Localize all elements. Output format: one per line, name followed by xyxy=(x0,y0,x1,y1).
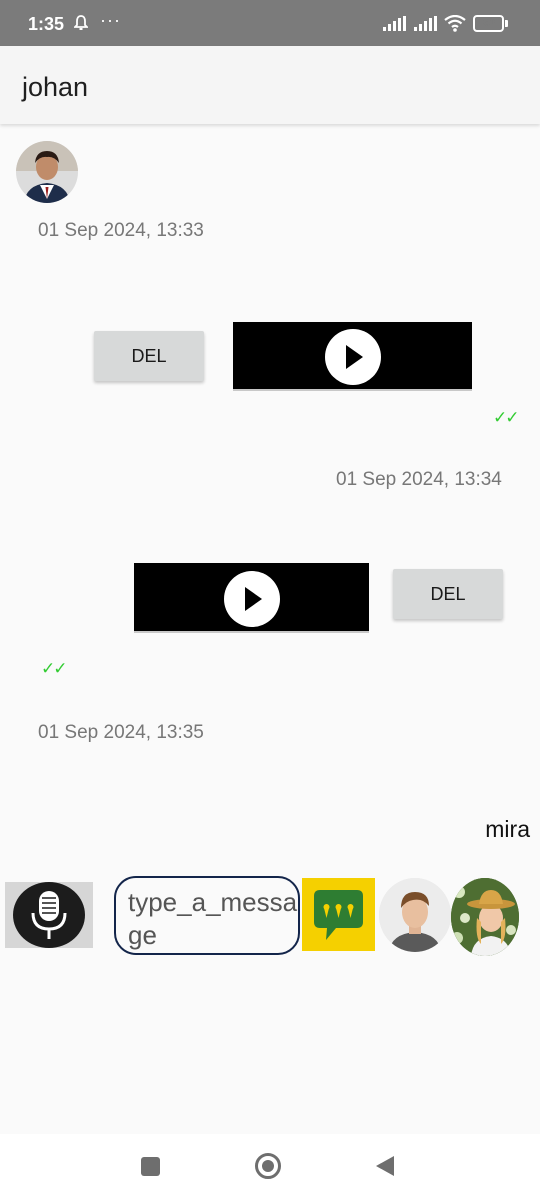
record-audio-button[interactable] xyxy=(5,882,93,948)
delete-message-button[interactable]: DEL xyxy=(94,331,204,381)
microphone-icon xyxy=(13,882,85,948)
status-bar: 1:35 ··· 39 xyxy=(0,0,540,46)
battery-percent: 39 xyxy=(482,17,495,29)
message-input-text[interactable]: type_a_message xyxy=(128,886,298,952)
read-receipt-icon: ✓✓ xyxy=(41,659,67,678)
bell-icon xyxy=(72,15,90,36)
status-time: 1:35 xyxy=(28,14,65,34)
recent-apps-icon[interactable] xyxy=(141,1157,160,1176)
signal-icon xyxy=(383,16,409,36)
contact-avatar[interactable] xyxy=(451,878,519,956)
message-input[interactable]: type_a_message xyxy=(114,876,300,955)
video-message[interactable] xyxy=(134,563,369,633)
contact-avatar[interactable] xyxy=(379,878,451,952)
delete-message-button[interactable]: DEL xyxy=(393,569,503,619)
chat-bubble-icon[interactable] xyxy=(302,878,375,951)
chat-title: johan xyxy=(22,72,89,102)
signal-icon xyxy=(414,16,440,36)
back-icon[interactable] xyxy=(375,1155,395,1182)
peer-name: mira xyxy=(485,816,530,842)
battery-icon: 39 xyxy=(473,15,504,32)
message-timestamp: 01 Sep 2024, 13:35 xyxy=(38,722,204,743)
avatar-icon[interactable] xyxy=(16,141,78,203)
message-timestamp: 01 Sep 2024, 13:34 xyxy=(336,469,502,490)
play-icon[interactable] xyxy=(224,571,280,627)
message-timestamp: 01 Sep 2024, 13:33 xyxy=(38,220,204,241)
navigation-bar xyxy=(0,1134,540,1200)
play-icon[interactable] xyxy=(325,329,381,385)
battery-tip xyxy=(505,20,508,27)
app-bar: johan xyxy=(0,46,540,124)
more-notifications-icon: ··· xyxy=(100,10,121,30)
video-message[interactable] xyxy=(233,322,472,391)
home-icon[interactable] xyxy=(255,1153,281,1179)
read-receipt-icon: ✓✓ xyxy=(493,408,519,427)
wifi-icon xyxy=(444,14,466,37)
